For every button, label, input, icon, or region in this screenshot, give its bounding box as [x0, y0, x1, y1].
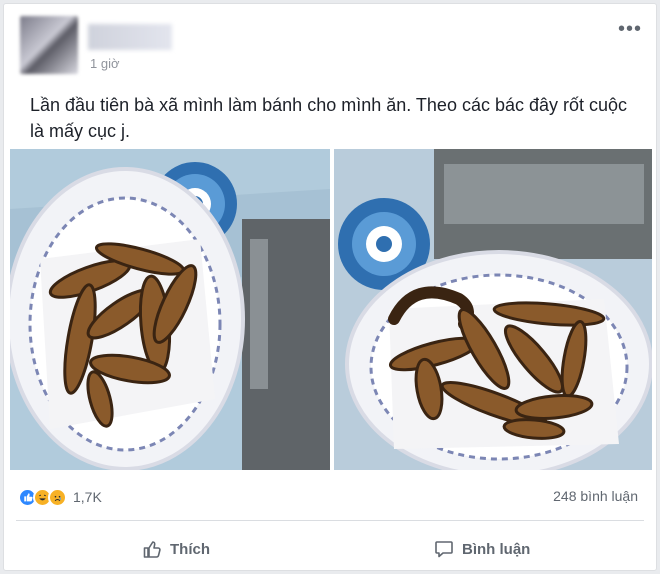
more-dots-icon[interactable]: •••	[618, 19, 642, 39]
avatar[interactable]	[20, 16, 78, 74]
photo-right-image	[334, 149, 652, 470]
photo-grid	[10, 149, 652, 470]
author-name-blurred[interactable]	[88, 24, 172, 50]
post-time[interactable]: 1 giờ	[90, 56, 120, 71]
reaction-count[interactable]: 1,7K	[73, 489, 102, 505]
photo-right[interactable]	[334, 149, 652, 470]
comment-icon	[435, 541, 453, 558]
action-bar: Thích Bình luận	[4, 532, 656, 566]
like-label: Thích	[170, 540, 210, 558]
thumbs-up-icon	[143, 541, 161, 558]
comment-label: Bình luận	[462, 540, 531, 558]
divider	[16, 520, 644, 521]
sad-icon	[48, 487, 67, 507]
post-text: Lần đầu tiên bà xã mình làm bánh cho mìn…	[30, 95, 628, 141]
like-button[interactable]: Thích	[142, 532, 210, 566]
comment-count[interactable]: 248 bình luận	[553, 488, 638, 504]
photo-left[interactable]	[10, 149, 330, 470]
comment-button[interactable]: Bình luận	[434, 532, 530, 566]
photo-left-image	[10, 149, 330, 470]
reactions-summary[interactable]: 1,7K	[18, 486, 102, 508]
post-card: 1 giờ ••• Lần đầu tiên bà xã mình làm bá…	[3, 3, 657, 571]
